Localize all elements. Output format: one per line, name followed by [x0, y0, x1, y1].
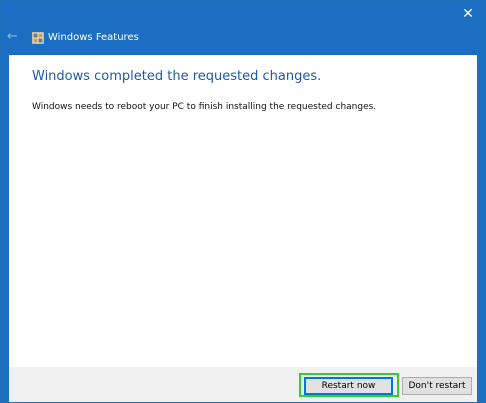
back-arrow-icon[interactable]: ←: [7, 29, 21, 45]
content-area: Windows completed the requested changes.…: [9, 55, 477, 367]
title-bar: ← Windows Features ✕: [1, 1, 485, 55]
window-title: Windows Features: [48, 32, 139, 43]
status-heading: Windows completed the requested changes.: [32, 69, 322, 84]
dialog-footer: Restart now Don't restart: [9, 367, 477, 402]
windows-features-icon: [32, 32, 44, 44]
close-button[interactable]: ✕: [457, 3, 479, 25]
restart-now-button[interactable]: Restart now: [304, 377, 393, 395]
status-message: Windows needs to reboot your PC to finis…: [32, 102, 377, 112]
close-icon: ✕: [462, 6, 474, 22]
dont-restart-button[interactable]: Don't restart: [402, 377, 472, 395]
dialog-window: ← Windows Features ✕ Windows completed t…: [0, 0, 486, 403]
